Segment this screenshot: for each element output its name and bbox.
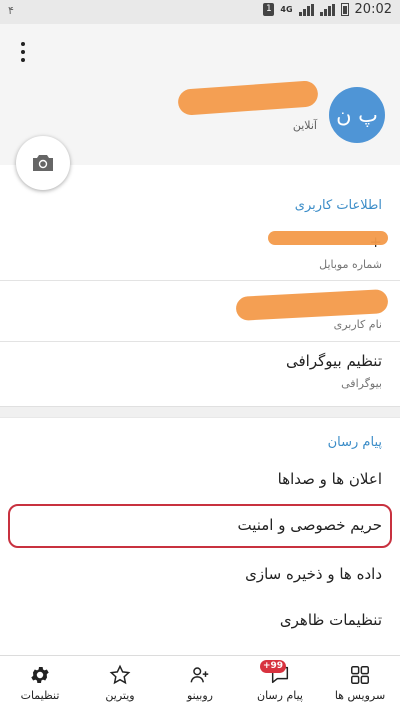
messenger-title: پیام رسان xyxy=(327,435,382,450)
nav-settings[interactable]: تنظیمات xyxy=(0,656,80,711)
add-user-icon xyxy=(187,664,213,686)
nav-showcase[interactable]: ویترین xyxy=(80,656,160,711)
bio-row[interactable]: تنظیم بیوگرافی بیوگرافی xyxy=(0,342,400,404)
more-options-icon[interactable] xyxy=(18,42,28,62)
unread-badge: +99 xyxy=(260,660,287,673)
status-clock: 20:02 xyxy=(354,2,392,17)
user-info-section: اطلاعات کاربری + شماره موبایل نام کاربری… xyxy=(0,165,400,406)
nav-rubino[interactable]: روبینو xyxy=(160,656,240,711)
nav-messenger-label: پیام رسان xyxy=(257,689,303,702)
status-left-indicator: ۴ xyxy=(8,4,14,17)
data-storage-item[interactable]: داده ها و ذخیره سازی xyxy=(245,565,382,583)
privacy-security-highlight xyxy=(8,504,392,548)
star-icon xyxy=(107,664,133,686)
avatar[interactable]: پ ن xyxy=(329,87,385,143)
signal-2-icon xyxy=(319,3,335,16)
bottom-navigation: تنظیمات ویترین روبینو +99 پیام رسان سروی… xyxy=(0,655,400,711)
network-type-label: 4G xyxy=(280,5,293,14)
signal-icon xyxy=(298,3,314,16)
battery-icon xyxy=(340,3,349,16)
phone-label: شماره موبایل xyxy=(319,258,382,271)
nav-rubino-label: روبینو xyxy=(186,689,213,702)
nav-settings-label: تنظیمات xyxy=(20,689,60,702)
gear-icon xyxy=(27,664,53,686)
nav-messenger[interactable]: +99 پیام رسان xyxy=(240,656,320,711)
section-separator xyxy=(0,406,400,418)
nav-services-label: سرویس ها xyxy=(334,689,386,702)
bio-label: بیوگرافی xyxy=(341,377,382,390)
online-status: آنلاین xyxy=(292,119,317,132)
grid-icon xyxy=(347,664,373,686)
nav-services[interactable]: سرویس ها xyxy=(320,656,400,711)
status-bar: ۴ 1 4G 20:02 xyxy=(0,0,400,24)
redacted-phone-mark xyxy=(268,231,388,245)
status-icons: 1 4G 20:02 xyxy=(263,2,392,17)
bio-value: تنظیم بیوگرافی xyxy=(286,352,382,370)
sim-icon: 1 xyxy=(263,3,275,16)
nav-showcase-label: ویترین xyxy=(105,689,135,702)
camera-icon xyxy=(33,155,53,171)
change-photo-button[interactable] xyxy=(16,136,70,190)
username-label: نام کاربری xyxy=(333,318,382,331)
redacted-name-mark xyxy=(177,80,319,116)
appearance-settings-item[interactable]: تنظیمات ظاهری xyxy=(280,611,382,629)
user-info-title: اطلاعات کاربری xyxy=(294,198,382,213)
notifications-sounds-item[interactable]: اعلان ها و صداها xyxy=(278,470,382,488)
